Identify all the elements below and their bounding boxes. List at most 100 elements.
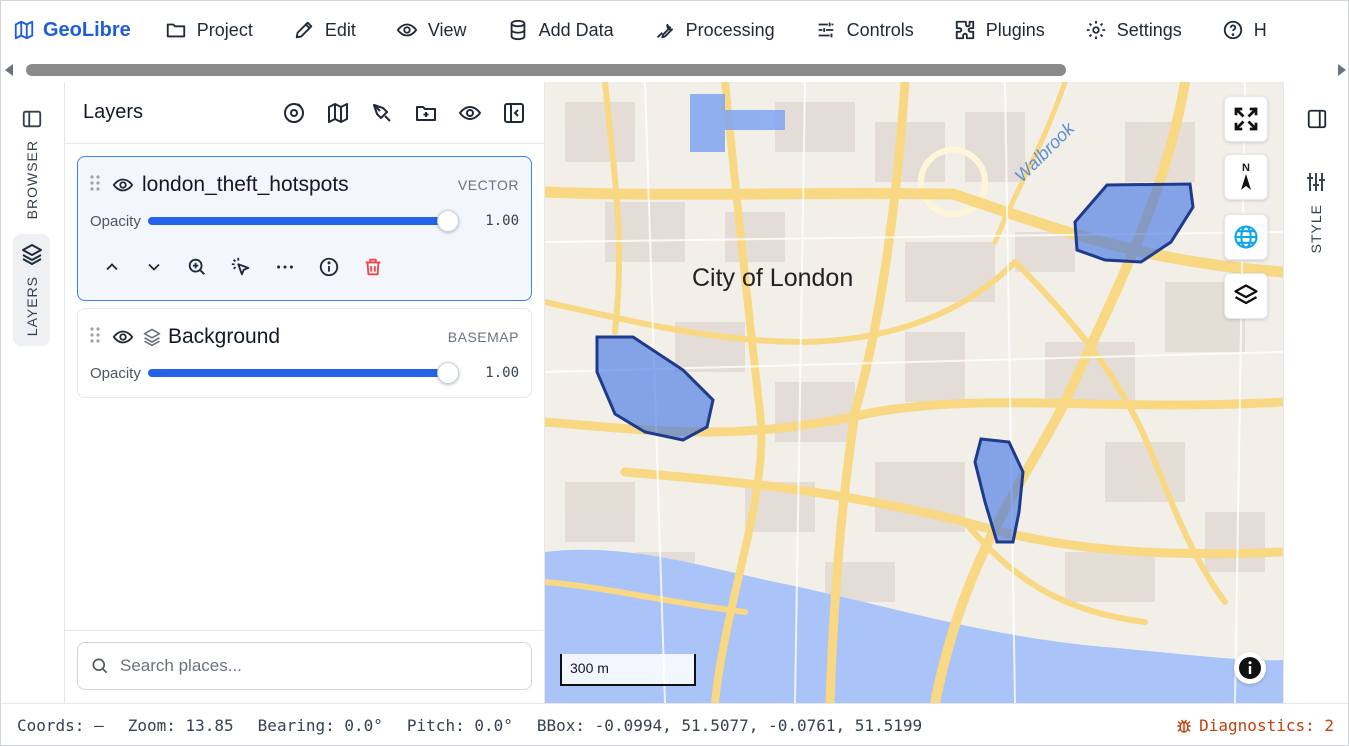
menu-controls[interactable]: Controls [795,1,934,59]
rail-tab-style[interactable]: STYLE [1304,170,1328,253]
hotspot-overlay [595,182,1195,544]
database-icon [510,19,525,41]
layer-info-icon[interactable] [318,256,340,278]
opacity-label: Opacity [90,364,141,382]
map-logo-icon [14,20,34,40]
map-scale-bar: 300 m [560,654,696,686]
menu-help-label: H [1253,19,1267,40]
right-rail: STYLE [1283,82,1348,703]
layers-icon [21,244,42,265]
menu-view[interactable]: View [376,1,487,59]
menu-plugins-label: Plugins [985,19,1045,40]
bug-icon [1177,719,1191,733]
opacity-label: Opacity [90,212,141,230]
basemap-switcher-button[interactable] [1224,273,1268,319]
menu-help[interactable]: H [1202,1,1287,59]
menu-settings[interactable]: Settings [1065,1,1202,59]
rail-tab-browser[interactable]: BROWSER [13,100,50,227]
menu-add-data[interactable]: Add Data [487,1,634,59]
map-canvas[interactable]: City of London Walbrook N 300 m [545,82,1283,703]
layer-name[interactable]: london_theft_hotspots [142,173,458,197]
status-coords: Coords: — [17,716,104,735]
layer-card-background[interactable]: Background BASEMAP Opacity 1.00 [77,308,532,398]
layer-header-row: london_theft_hotspots VECTOR [78,171,531,199]
menu-processing[interactable]: Processing [634,1,795,59]
layer-type-badge: VECTOR [457,177,519,193]
layers-panel: Layers london_theft_hotspots VECTOR Opac… [65,82,545,703]
scroll-right-arrow-icon[interactable] [1338,64,1346,76]
hotspot-polygon[interactable] [595,335,715,442]
map-attribution-button[interactable] [1234,652,1266,684]
layer-visibility-eye-icon[interactable] [112,326,134,348]
app-window: GeoLibre Project Edit View Add Data Proc… [0,0,1349,746]
menu-project[interactable]: Project [145,1,273,59]
search-places-box[interactable] [77,642,532,690]
app-brand[interactable]: GeoLibre [13,19,131,42]
scrollbar-thumb[interactable] [26,64,1066,76]
diagnostics-button[interactable]: Diagnostics: 2 [1175,716,1334,735]
add-basemap-icon[interactable] [326,101,350,125]
opacity-slider-knob[interactable] [437,362,459,384]
layer-actions [78,247,531,287]
more-options-icon[interactable] [274,256,296,278]
draw-pen-icon[interactable] [370,101,394,125]
status-bar: Coords: — Zoom: 13.85 Bearing: 0.0° Pitc… [1,703,1348,745]
opacity-slider-knob[interactable] [437,210,459,232]
select-features-icon[interactable] [230,256,252,278]
layer-header-row: Background BASEMAP [78,323,531,351]
opacity-slider-fill [148,217,448,225]
menu-settings-label: Settings [1116,19,1182,40]
hotspot-polygon[interactable] [973,437,1025,544]
menu-add-data-label: Add Data [538,19,614,40]
menu-processing-label: Processing [685,19,775,40]
menubar-scrollbar[interactable] [1,59,1348,81]
eye-icon [396,23,418,37]
panel-title: Layers [83,101,144,123]
layers-stack-icon [1234,284,1258,305]
add-raster-icon[interactable] [282,101,306,125]
rail-tab-layers[interactable]: LAYERS [13,234,50,346]
collapse-panel-icon[interactable] [502,101,526,125]
fullscreen-expand-icon [1234,107,1258,131]
panel-divider [65,630,545,631]
move-down-chevron-icon[interactable] [144,257,164,277]
add-group-folder-icon[interactable] [414,101,438,125]
rail-layers-label: LAYERS [23,276,40,337]
scroll-left-arrow-icon[interactable] [5,64,13,76]
opacity-slider[interactable] [148,209,459,233]
diagnostics-label: Diagnostics: 2 [1199,716,1334,735]
search-places-input[interactable] [120,656,519,676]
map-place-label: City of London [692,264,854,292]
pencil-icon [295,21,313,39]
opacity-row: Opacity 1.00 [78,209,531,233]
globe-projection-button[interactable] [1224,214,1268,260]
panel-header: Layers [65,82,544,144]
app-name: GeoLibre [43,18,131,41]
gear-icon [1086,20,1105,40]
menu-edit[interactable]: Edit [273,1,376,59]
opacity-slider[interactable] [148,361,459,385]
style-sliders-icon [1307,173,1325,191]
folder-icon [166,23,185,38]
move-up-chevron-icon[interactable] [102,257,122,277]
drag-handle-icon[interactable] [90,174,100,196]
opacity-row: Opacity 1.00 [78,361,531,385]
layer-card-london-theft-hotspots[interactable]: london_theft_hotspots VECTOR Opacity 1.0… [77,156,532,301]
opacity-slider-fill [148,369,448,377]
drag-handle-icon[interactable] [90,326,100,348]
layer-name[interactable]: Background [168,325,448,349]
compass-button[interactable]: N [1224,154,1268,200]
puzzle-icon [955,20,974,40]
delete-layer-trash-icon[interactable] [362,256,384,278]
layer-visibility-eye-icon[interactable] [112,174,134,196]
menu-plugins[interactable]: Plugins [934,1,1065,59]
basemap-layers-icon [143,328,161,347]
toggle-visibility-eye-icon[interactable] [458,101,482,125]
status-bearing: Bearing: 0.0° [257,716,383,735]
zoom-to-layer-icon[interactable] [186,256,208,278]
fullscreen-button[interactable] [1224,96,1268,142]
expand-panel-icon[interactable] [1306,108,1328,130]
hotspot-polygon[interactable] [1073,182,1195,264]
menu-edit-label: Edit [324,19,356,40]
panel-toolbar [282,101,526,125]
